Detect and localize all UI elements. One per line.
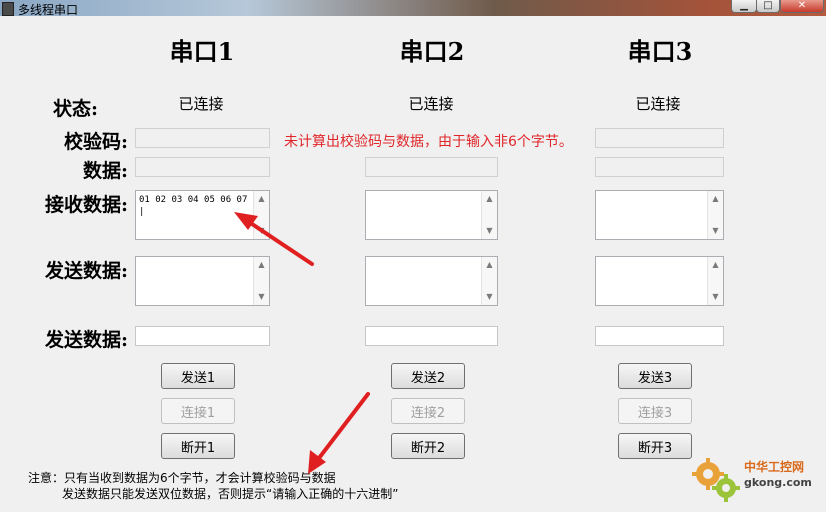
maximize-button[interactable]: □ — [756, 0, 780, 13]
arrow-icon — [234, 212, 314, 266]
maximize-icon: □ — [763, 0, 773, 11]
close-icon: ✕ — [797, 0, 807, 11]
arrow-icon — [308, 392, 370, 474]
gear-icon — [692, 458, 740, 502]
minimize-button[interactable]: ▁ — [731, 0, 757, 13]
watermark-url: gkong.com — [744, 476, 812, 489]
app-icon — [2, 2, 14, 16]
minimize-icon: ▁ — [740, 0, 748, 11]
watermark-name: 中华工控网 — [744, 460, 805, 474]
watermark-logo: 中华工控网 gkong.com — [690, 456, 820, 510]
close-button[interactable]: ✕ — [780, 0, 824, 13]
title-bar[interactable]: 多线程串口 ▁ □ ✕ — [0, 0, 826, 17]
main-panel: 串口1 串口2 串口3 状态: 校验码: 数据: 接收数据: 发送数据: 发送数… — [0, 16, 826, 512]
annotation-arrows — [234, 212, 370, 474]
